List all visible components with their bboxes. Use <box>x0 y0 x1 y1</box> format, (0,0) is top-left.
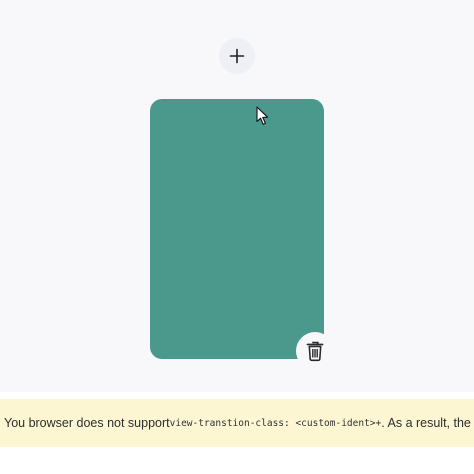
trash-icon <box>306 341 324 362</box>
notice-code: view-transtion-class: <custom-ident>+ <box>169 417 382 429</box>
notice-text-end: . As a result, the <box>381 416 471 430</box>
app-root: You browser does not support view-transt… <box>0 0 474 474</box>
card[interactable] <box>150 99 324 359</box>
add-card-button[interactable] <box>219 38 255 74</box>
notice-text-start: You browser does not support <box>4 416 170 430</box>
browser-support-notice: You browser does not support view-transt… <box>0 399 474 447</box>
demo-stage <box>0 0 474 392</box>
plus-icon <box>229 48 245 64</box>
delete-card-button[interactable] <box>296 332 334 370</box>
